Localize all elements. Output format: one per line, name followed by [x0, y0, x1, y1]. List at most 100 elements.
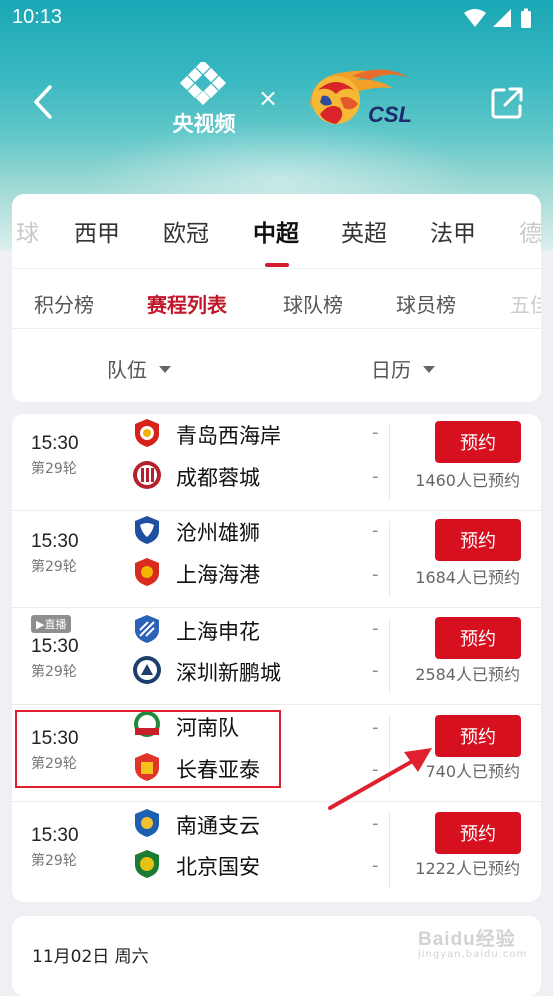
team-filter-label: 队伍	[107, 358, 147, 382]
tab-schedule[interactable]: 赛程列表	[147, 289, 227, 318]
home-team-name: 上海申花	[176, 620, 260, 644]
away-score: -	[372, 759, 379, 780]
match-time: 15:30	[31, 433, 79, 454]
book-button[interactable]: 预约	[435, 519, 521, 561]
booking-count: 1222人已预约	[415, 859, 520, 878]
status-bar: 10:13	[0, 0, 553, 38]
team-crest-icon	[135, 558, 159, 586]
chevron-left-icon	[34, 85, 52, 119]
match-row[interactable]: ▶直播 15:30 第29轮 上海申花 深圳新鹏城 - - 预约 2584人已预…	[12, 608, 541, 705]
home-score: -	[372, 520, 379, 541]
match-round: 第29轮	[31, 559, 77, 575]
sub-tab-bar: 积分榜 赛程列表 球队榜 球员榜 五佳	[12, 268, 541, 328]
csl-logo-text: CSL	[368, 102, 412, 127]
match-row[interactable]: 15:30 第29轮 南通支云 北京国安 - - 预约 1222人已预约	[12, 802, 541, 899]
tab-bundesliga-partial[interactable]: 德	[519, 214, 541, 248]
team-crest-icon	[135, 753, 159, 781]
tab-laliga[interactable]: 西甲	[74, 214, 120, 248]
booking-count: 1460人已预约	[415, 471, 520, 490]
league-tab-bar: 球 西甲 欧冠 中超 英超 法甲 德	[12, 194, 541, 267]
book-button[interactable]: 预约	[435, 421, 521, 463]
share-icon	[491, 87, 523, 119]
match-row[interactable]: 15:30 第29轮 沧州雄狮 上海海港 - - 预约 1684人已预约	[12, 511, 541, 608]
tab-csl[interactable]: 中超	[253, 214, 299, 248]
brand-logo: 央视频	[166, 62, 242, 140]
team-crest-icon	[133, 461, 161, 489]
match-row[interactable]: 15:30 第29轮 河南队 长春亚泰 - - 预约 740人已预约	[12, 705, 541, 802]
match-round: 第29轮	[31, 664, 77, 680]
home-team-name: 青岛西海岸	[176, 424, 281, 448]
watermark: Baidu经验 jingyan.baidu.com	[418, 924, 528, 960]
calendar-filter-label: 日历	[371, 358, 411, 382]
divider	[12, 328, 541, 329]
match-round: 第29轮	[31, 853, 77, 869]
live-badge: ▶直播	[31, 615, 72, 633]
away-score: -	[372, 466, 379, 487]
home-team-name: 河南队	[176, 716, 239, 740]
match-list-card: 15:30 第29轮 青岛西海岸 成都蓉城 - - 预约 1460人已预约 15…	[12, 414, 541, 902]
csl-logo: CSL	[300, 64, 430, 136]
away-team-name: 北京国安	[176, 855, 260, 879]
away-team-name: 上海海港	[176, 563, 260, 587]
home-team-name: 沧州雄狮	[176, 521, 260, 545]
date-header: 11月02日 周六	[32, 947, 149, 967]
book-button[interactable]: 预约	[435, 812, 521, 854]
team-crest-icon	[135, 615, 159, 643]
book-button[interactable]: 预约	[435, 617, 521, 659]
match-time: 15:30	[31, 728, 79, 749]
active-tab-indicator	[265, 263, 289, 267]
watermark-url: jingyan.baidu.com	[418, 949, 528, 960]
times-symbol: ×	[258, 84, 279, 112]
away-score: -	[372, 855, 379, 876]
tab-premier-league[interactable]: 英超	[341, 214, 387, 248]
divider	[389, 521, 390, 597]
caret-down-icon	[159, 366, 171, 373]
away-team-name: 深圳新鹏城	[176, 661, 281, 685]
home-score: -	[372, 422, 379, 443]
team-filter-dropdown[interactable]: 队伍	[107, 354, 171, 383]
tab-league-partial-left[interactable]: 球	[16, 214, 39, 248]
divider	[389, 618, 390, 694]
divider	[389, 424, 390, 500]
tab-player-rankings[interactable]: 球员榜	[396, 289, 456, 318]
calendar-filter-dropdown[interactable]: 日历	[371, 354, 435, 383]
book-button[interactable]: 预约	[435, 715, 521, 757]
divider	[389, 715, 390, 791]
tab-ligue1[interactable]: 法甲	[430, 214, 476, 248]
match-time: 15:30	[31, 825, 79, 846]
wifi-signal-battery-icon	[464, 8, 531, 28]
match-round: 第29轮	[31, 756, 77, 772]
home-score: -	[372, 618, 379, 639]
team-crest-icon	[135, 516, 159, 544]
watermark-brand: Baidu经验	[418, 929, 516, 950]
away-team-name: 长春亚泰	[176, 758, 260, 782]
home-score: -	[372, 717, 379, 738]
home-score: -	[372, 813, 379, 834]
tab-top-five-partial[interactable]: 五佳	[510, 289, 541, 318]
match-time: 15:30	[31, 636, 79, 657]
match-time: 15:30	[31, 531, 79, 552]
booking-count: 1684人已预约	[415, 568, 520, 587]
brand-mark-icon	[179, 62, 227, 106]
tab-standings[interactable]: 积分榜	[34, 289, 94, 318]
away-team-name: 成都蓉城	[176, 466, 260, 490]
share-button[interactable]	[488, 84, 526, 122]
caret-down-icon	[423, 366, 435, 373]
navigation-card: 球 西甲 欧冠 中超 英超 法甲 德 积分榜 赛程列表 球队榜 球员榜 五佳 队…	[12, 194, 541, 402]
booking-count: 740人已预约	[425, 762, 520, 781]
team-crest-icon	[135, 419, 159, 447]
away-score: -	[372, 660, 379, 681]
tab-champions-league[interactable]: 欧冠	[163, 214, 209, 248]
match-row[interactable]: 15:30 第29轮 青岛西海岸 成都蓉城 - - 预约 1460人已预约	[12, 414, 541, 511]
team-crest-icon	[135, 850, 159, 878]
match-round: 第29轮	[31, 461, 77, 477]
status-icons	[463, 8, 539, 34]
back-button[interactable]	[26, 82, 60, 122]
tab-team-rankings[interactable]: 球队榜	[283, 289, 343, 318]
booking-count: 2584人已预约	[415, 665, 520, 684]
brand-name: 央视频	[172, 112, 236, 136]
status-time: 10:13	[12, 6, 63, 28]
home-team-name: 南通支云	[176, 814, 260, 838]
away-score: -	[372, 564, 379, 585]
team-crest-icon	[135, 809, 159, 837]
